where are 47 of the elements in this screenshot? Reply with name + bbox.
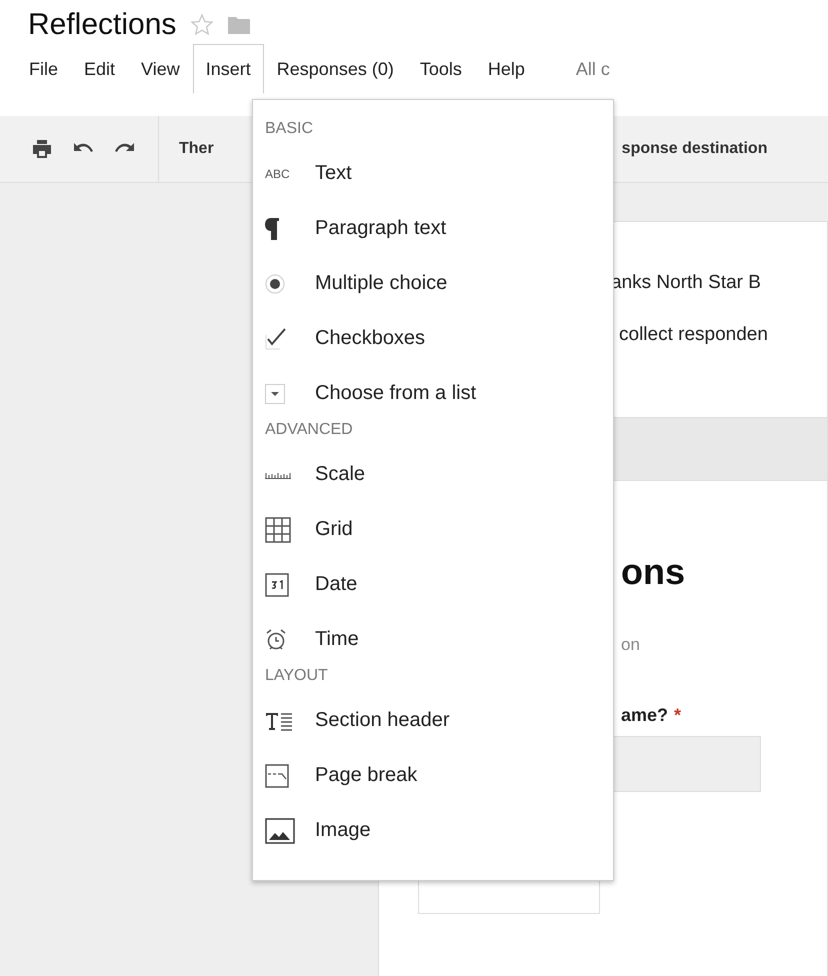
menu-item[interactable]: Edit — [71, 44, 128, 94]
menu-item[interactable]: File — [16, 44, 72, 94]
menu-section-heading: BASIC — [264, 120, 314, 139]
star-icon[interactable] — [190, 13, 214, 37]
menu-option[interactable]: Scale — [315, 463, 366, 486]
menu-option[interactable]: Text — [315, 162, 352, 185]
folder-icon[interactable] — [228, 16, 250, 34]
save-status: All c — [576, 58, 610, 80]
menu-item[interactable]: View — [128, 44, 193, 94]
menu-option[interactable]: Image — [315, 819, 371, 842]
menu-item[interactable]: Responses (0) — [264, 44, 407, 94]
menu-section-heading: LAYOUT — [264, 667, 329, 686]
image-icon — [265, 818, 295, 844]
menu-option[interactable]: Checkboxes — [315, 327, 426, 350]
grid-icon — [265, 516, 291, 542]
menu-option[interactable]: Page break — [315, 764, 418, 787]
alarm-clock-icon — [265, 628, 287, 650]
answer-field[interactable] — [613, 736, 761, 792]
text-field-icon: ABC — [265, 166, 290, 180]
required-mark: * — [674, 705, 682, 726]
paragraph-icon — [265, 218, 279, 240]
menu-option[interactable]: Choose from a list — [315, 382, 476, 405]
calendar-icon — [265, 572, 289, 596]
radio-icon — [265, 274, 285, 294]
menu-option[interactable]: Grid — [315, 518, 353, 541]
menu-item[interactable]: Insert — [192, 44, 264, 94]
checkbox-icon — [265, 328, 287, 350]
form-description: on — [621, 635, 641, 655]
menu-option[interactable]: Time — [315, 628, 359, 651]
menu-section-heading: ADVANCED — [264, 421, 354, 440]
document-title: Reflections — [28, 8, 176, 42]
scale-icon — [265, 470, 291, 478]
menu-item[interactable]: Tools — [406, 44, 475, 94]
question-label: ame? — [621, 705, 668, 726]
print-icon[interactable] — [32, 140, 52, 158]
theme-button[interactable]: Ther — [179, 140, 214, 158]
menu-option[interactable]: Multiple choice — [315, 272, 448, 295]
dropdown-icon — [265, 384, 285, 404]
menu-item[interactable]: Help — [474, 44, 538, 94]
menu-option[interactable]: Section header — [315, 709, 450, 732]
form-header-text: collect responden — [618, 324, 769, 346]
page-break-icon — [265, 764, 289, 788]
section-header-icon — [265, 710, 293, 730]
form-title: ons — [621, 551, 686, 593]
response-destination-button[interactable]: sponse destination — [622, 140, 768, 158]
menu-option[interactable]: Paragraph text — [315, 217, 446, 240]
menu-option[interactable]: Date — [315, 573, 358, 596]
